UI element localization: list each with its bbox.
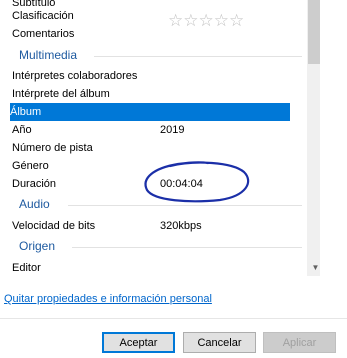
vertical-scrollbar[interactable]: ▼ bbox=[307, 0, 320, 276]
property-row-comments[interactable]: Comentarios bbox=[12, 25, 282, 43]
property-value: 320kbps bbox=[160, 220, 202, 232]
accept-button[interactable]: Aceptar bbox=[102, 332, 175, 353]
property-label: Duración bbox=[12, 178, 57, 190]
section-title: Audio bbox=[19, 197, 50, 211]
property-row-year[interactable]: Año 2019 bbox=[12, 121, 282, 139]
section-divider bbox=[72, 247, 302, 248]
property-row-track-number[interactable]: Número de pista bbox=[12, 139, 282, 157]
property-label: Número de pista bbox=[12, 142, 93, 154]
property-row-contributing-artists[interactable]: Intérpretes colaboradores bbox=[12, 67, 282, 85]
scroll-down-arrow-icon[interactable]: ▼ bbox=[307, 259, 320, 276]
property-value: 2019 bbox=[160, 124, 185, 136]
property-label: Intérprete del álbum bbox=[12, 88, 110, 100]
property-label: Género bbox=[12, 160, 49, 172]
property-row-album-artist[interactable]: Intérprete del álbum bbox=[12, 85, 282, 103]
property-row-album[interactable]: Álbum bbox=[10, 103, 290, 121]
section-header-multimedia: Multimedia bbox=[12, 47, 302, 65]
scrollbar-thumb[interactable] bbox=[308, 0, 320, 64]
section-divider bbox=[94, 56, 302, 57]
property-label: Editor bbox=[12, 262, 41, 274]
properties-list-panel[interactable]: Subtítulo Clasificación ☆☆☆☆☆ Comentario… bbox=[4, 0, 320, 276]
apply-button[interactable]: Aplicar bbox=[263, 332, 336, 353]
property-label: Año bbox=[12, 124, 32, 136]
property-label: Clasificación bbox=[12, 10, 74, 22]
hand-drawn-circle-annotation bbox=[144, 161, 250, 203]
property-label: Comentarios bbox=[12, 28, 75, 40]
section-header-origen: Origen bbox=[12, 238, 302, 256]
property-label: Velocidad de bits bbox=[12, 220, 96, 232]
property-row-rating[interactable]: Clasificación ☆☆☆☆☆ bbox=[12, 7, 282, 30]
property-row-publisher[interactable]: Editor bbox=[12, 259, 282, 276]
section-title: Multimedia bbox=[19, 48, 78, 62]
property-row-bitrate[interactable]: Velocidad de bits 320kbps bbox=[12, 217, 282, 235]
cancel-button[interactable]: Cancelar bbox=[183, 332, 256, 353]
property-label: Intérpretes colaboradores bbox=[12, 70, 138, 82]
section-title: Origen bbox=[19, 239, 56, 253]
property-label: Álbum bbox=[10, 106, 42, 118]
remove-properties-link[interactable]: Quitar propiedades e información persona… bbox=[4, 293, 212, 305]
footer-divider bbox=[0, 318, 347, 319]
